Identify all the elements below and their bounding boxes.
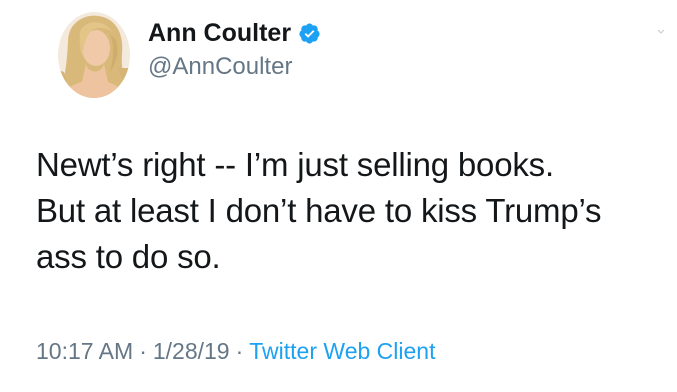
meta-separator: ·	[139, 338, 147, 364]
author-handle[interactable]: @AnnCoulter	[148, 52, 321, 82]
tweet-header: Ann Coulter @AnnCoulter	[58, 12, 321, 98]
avatar-photo	[58, 12, 130, 98]
verified-badge-icon	[298, 22, 321, 45]
tweet-card: Ann Coulter @AnnCoulter Newt’s right -- …	[0, 0, 677, 392]
display-name-row: Ann Coulter	[148, 18, 321, 48]
avatar[interactable]	[58, 12, 130, 98]
author-names: Ann Coulter @AnnCoulter	[148, 12, 321, 82]
tweet-date[interactable]: 1/28/19	[153, 338, 230, 364]
tweet-meta: 10:17 AM · 1/28/19 · Twitter Web Client	[36, 336, 435, 366]
meta-separator: ·	[235, 338, 244, 364]
tweet-time[interactable]: 10:17 AM	[36, 338, 133, 364]
tweet-text: Newt’s right -- I’m just selling books. …	[36, 146, 602, 275]
display-name[interactable]: Ann Coulter	[148, 18, 291, 48]
tweet-source-link[interactable]: Twitter Web Client	[249, 338, 435, 364]
more-options-icon[interactable]	[657, 28, 665, 36]
